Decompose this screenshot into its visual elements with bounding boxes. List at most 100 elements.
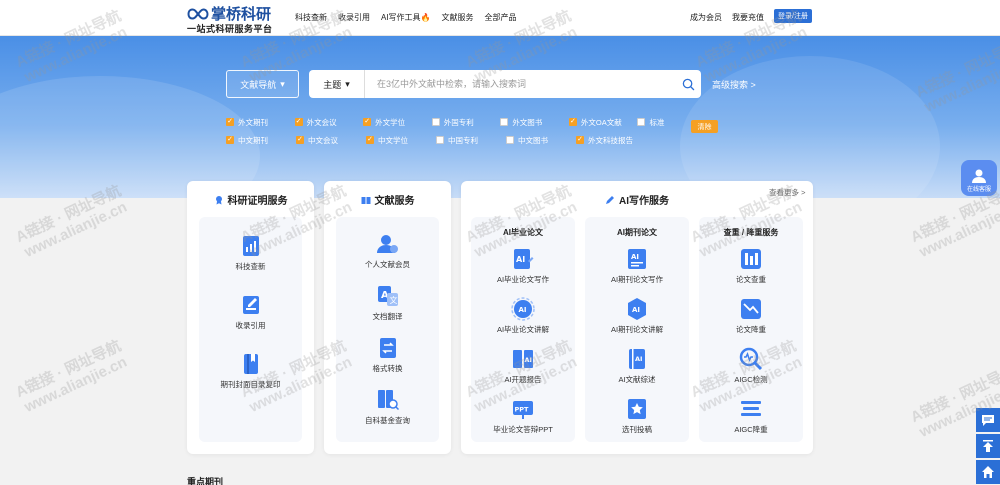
filter-checked[interactable]: ✓ 中文期刊 xyxy=(226,135,296,146)
service-plagiarism-reduce[interactable]: 论文降重 xyxy=(699,297,803,335)
ai-doc-icon: AI xyxy=(514,249,534,269)
service-nsfc-query[interactable]: 自科基金查询 xyxy=(336,388,439,426)
ai-notebook-icon: AI xyxy=(629,349,645,369)
become-member-link[interactable]: 成为会员 xyxy=(690,12,722,23)
recharge-link[interactable]: 我要充值 xyxy=(732,12,764,23)
service-novelty-search[interactable]: 科技查新 xyxy=(199,234,302,272)
site-logo[interactable]: 掌桥科研 一站式科研服务平台 xyxy=(187,3,277,34)
filter-checked[interactable]: ✓ 中文学位 xyxy=(366,135,436,146)
filter-checked[interactable]: ✓ 中文会议 xyxy=(296,135,366,146)
ai-chip-icon: AI xyxy=(511,297,535,321)
trend-down-icon xyxy=(741,299,761,319)
translate-icon: A文 xyxy=(377,286,398,306)
back-to-top-button[interactable] xyxy=(976,434,1000,458)
filter-label: 外国专利 xyxy=(443,117,474,127)
checkbox-checked-icon: ✓ xyxy=(294,118,303,126)
plagiarism-title: 查重 / 降重服务 xyxy=(723,228,779,237)
checkbox-checked-icon: ✓ xyxy=(296,136,304,144)
service-defense-ppt[interactable]: PPT 毕业论文答辩PPT xyxy=(471,397,575,435)
nav-item-novelty-search[interactable]: 科技查新 xyxy=(295,12,327,23)
home-button[interactable] xyxy=(976,460,1000,484)
service-ai-thesis-explain[interactable]: AI AI毕业论文讲解 xyxy=(471,297,575,335)
research-proof-panel: 科研证明服务 科技查新 收录引用 期刊封面目录复印 xyxy=(187,181,314,454)
filter-checked[interactable]: ✓ 外文科技报告 xyxy=(576,135,646,146)
convert-icon xyxy=(379,338,396,358)
filter-checked[interactable]: ✓ 外文学位 xyxy=(363,117,432,128)
ai-thesis-column: AI毕业论文 AI AI毕业论文写作 AI AI毕业论文讲解 AI AI开题报告… xyxy=(471,217,575,442)
ai-journal-column: AI期刊论文 AI AI期刊论文写作 AI AI期刊论文讲解 AI AI文献综述… xyxy=(585,217,689,442)
checkbox-checked-icon: ✓ xyxy=(226,136,234,144)
service-format-conversion[interactable]: 格式转换 xyxy=(336,336,439,374)
filter-row-chinese: ✓ 中文期刊 ✓ 中文会议 ✓ 中文学位 中国专利 中文图书 ✓ 外文科技报告 xyxy=(226,131,706,149)
star-doc-icon xyxy=(628,399,646,419)
service-ai-literature-review[interactable]: AI AI文献综述 xyxy=(585,347,689,385)
document-search-icon xyxy=(377,390,399,411)
svg-text:文: 文 xyxy=(389,295,397,305)
checkbox-empty-icon xyxy=(506,136,514,144)
filter-label: 外文期刊 xyxy=(238,117,268,127)
filter-label: 中文会议 xyxy=(308,135,338,145)
open-book-icon xyxy=(361,196,370,204)
filter-checked[interactable]: ✓ 外文会议 xyxy=(294,117,364,128)
filter-checked[interactable]: ✓ 外文OA文献 xyxy=(568,117,638,128)
ai-book-icon: AI xyxy=(513,350,533,368)
service-plagiarism-check[interactable]: 论文查重 xyxy=(699,247,803,285)
svg-text:AI: AI xyxy=(525,356,532,364)
filter-unchecked[interactable]: 外文图书 xyxy=(500,117,569,128)
fire-icon: 🔥 xyxy=(420,13,431,22)
clear-filters-button[interactable]: 清除 xyxy=(691,120,718,133)
message-button[interactable] xyxy=(976,408,1000,432)
bar-compare-icon xyxy=(741,249,761,269)
service-personal-membership[interactable]: 个人文献会员 xyxy=(336,232,439,270)
checkbox-checked-icon: ✓ xyxy=(576,136,584,144)
search-input[interactable] xyxy=(365,79,675,89)
service-citation[interactable]: 收录引用 xyxy=(199,293,302,331)
online-service-button[interactable]: 在线客服 xyxy=(961,160,997,196)
service-aigc-reduce[interactable]: AIGC降重 xyxy=(699,397,803,435)
infinity-logo-icon xyxy=(187,7,209,20)
service-journal-cover-copy[interactable]: 期刊封面目录复印 xyxy=(199,352,302,390)
login-register-button[interactable]: 登录/注册 xyxy=(774,9,812,23)
search-icon[interactable] xyxy=(675,70,701,98)
top-bar: 掌桥科研 一站式科研服务平台 科技查新 收录引用 AI写作工具🔥 文献服务 全部… xyxy=(0,0,1000,36)
edit-doc-icon xyxy=(242,296,259,314)
service-ai-thesis-writing[interactable]: AI AI毕业论文写作 xyxy=(471,247,575,285)
search-type-dropdown[interactable]: 主题 ▾ xyxy=(309,70,365,98)
service-document-translation[interactable]: A文 文档翻译 xyxy=(336,284,439,322)
search-bar: 主题 ▾ xyxy=(309,70,701,98)
nav-item-citation[interactable]: 收录引用 xyxy=(338,12,370,23)
filter-checked[interactable]: ✓ 外文期刊 xyxy=(226,117,295,128)
literature-nav-dropdown[interactable]: 文献导航 ▾ xyxy=(226,70,299,98)
ai-sparkle-icon: AI xyxy=(628,298,646,320)
research-proof-list: 科技查新 收录引用 期刊封面目录复印 xyxy=(199,217,302,442)
filter-row-foreign: ✓ 外文期刊 ✓ 外文会议 ✓ 外文学位 外国专利 外文图书 ✓ 外文OA文献 标准 xyxy=(226,113,706,131)
filter-unchecked[interactable]: 中国专利 xyxy=(436,135,506,146)
user-badge-icon xyxy=(376,235,398,253)
svg-text:AI: AI xyxy=(632,306,640,314)
nav-item-literature-service[interactable]: 文献服务 xyxy=(442,12,474,23)
view-more-link[interactable]: 查看更多 > xyxy=(769,187,805,198)
brand-name: 掌桥科研 xyxy=(211,6,272,23)
filter-label: 外文图书 xyxy=(512,117,543,127)
filter-label: 中文图书 xyxy=(518,135,548,145)
service-ai-journal-writing[interactable]: AI AI期刊论文写作 xyxy=(585,247,689,285)
service-ai-journal-explain[interactable]: AI AI期刊论文讲解 xyxy=(585,297,689,335)
filter-label: 外文会议 xyxy=(306,117,337,127)
nav-item-ai-tools[interactable]: AI写作工具🔥 xyxy=(381,12,431,23)
service-ai-proposal[interactable]: AI AI开题报告 xyxy=(471,347,575,385)
caret-down-icon: ▾ xyxy=(345,78,350,89)
service-journal-submission[interactable]: 选刊投稿 xyxy=(585,397,689,435)
literature-service-panel: 文献服务 个人文献会员 A文 文档翻译 格式转换 自科基金查询 xyxy=(324,181,451,454)
filter-unchecked[interactable]: 外国专利 xyxy=(431,117,501,128)
advanced-search-link[interactable]: 高级搜索 > xyxy=(712,78,756,91)
nav-item-all-products[interactable]: 全部产品 xyxy=(485,12,517,23)
medal-icon xyxy=(215,195,222,204)
arrow-up-icon xyxy=(983,440,993,452)
filter-unchecked[interactable]: 中文图书 xyxy=(506,135,576,146)
avatar-icon xyxy=(972,169,986,183)
service-aigc-detect[interactable]: AIGC检测 xyxy=(699,347,803,385)
filter-label: 中文期刊 xyxy=(238,135,268,145)
magnifier-wave-icon xyxy=(739,347,763,371)
book-icon xyxy=(243,354,258,374)
svg-text:AI: AI xyxy=(635,355,642,363)
